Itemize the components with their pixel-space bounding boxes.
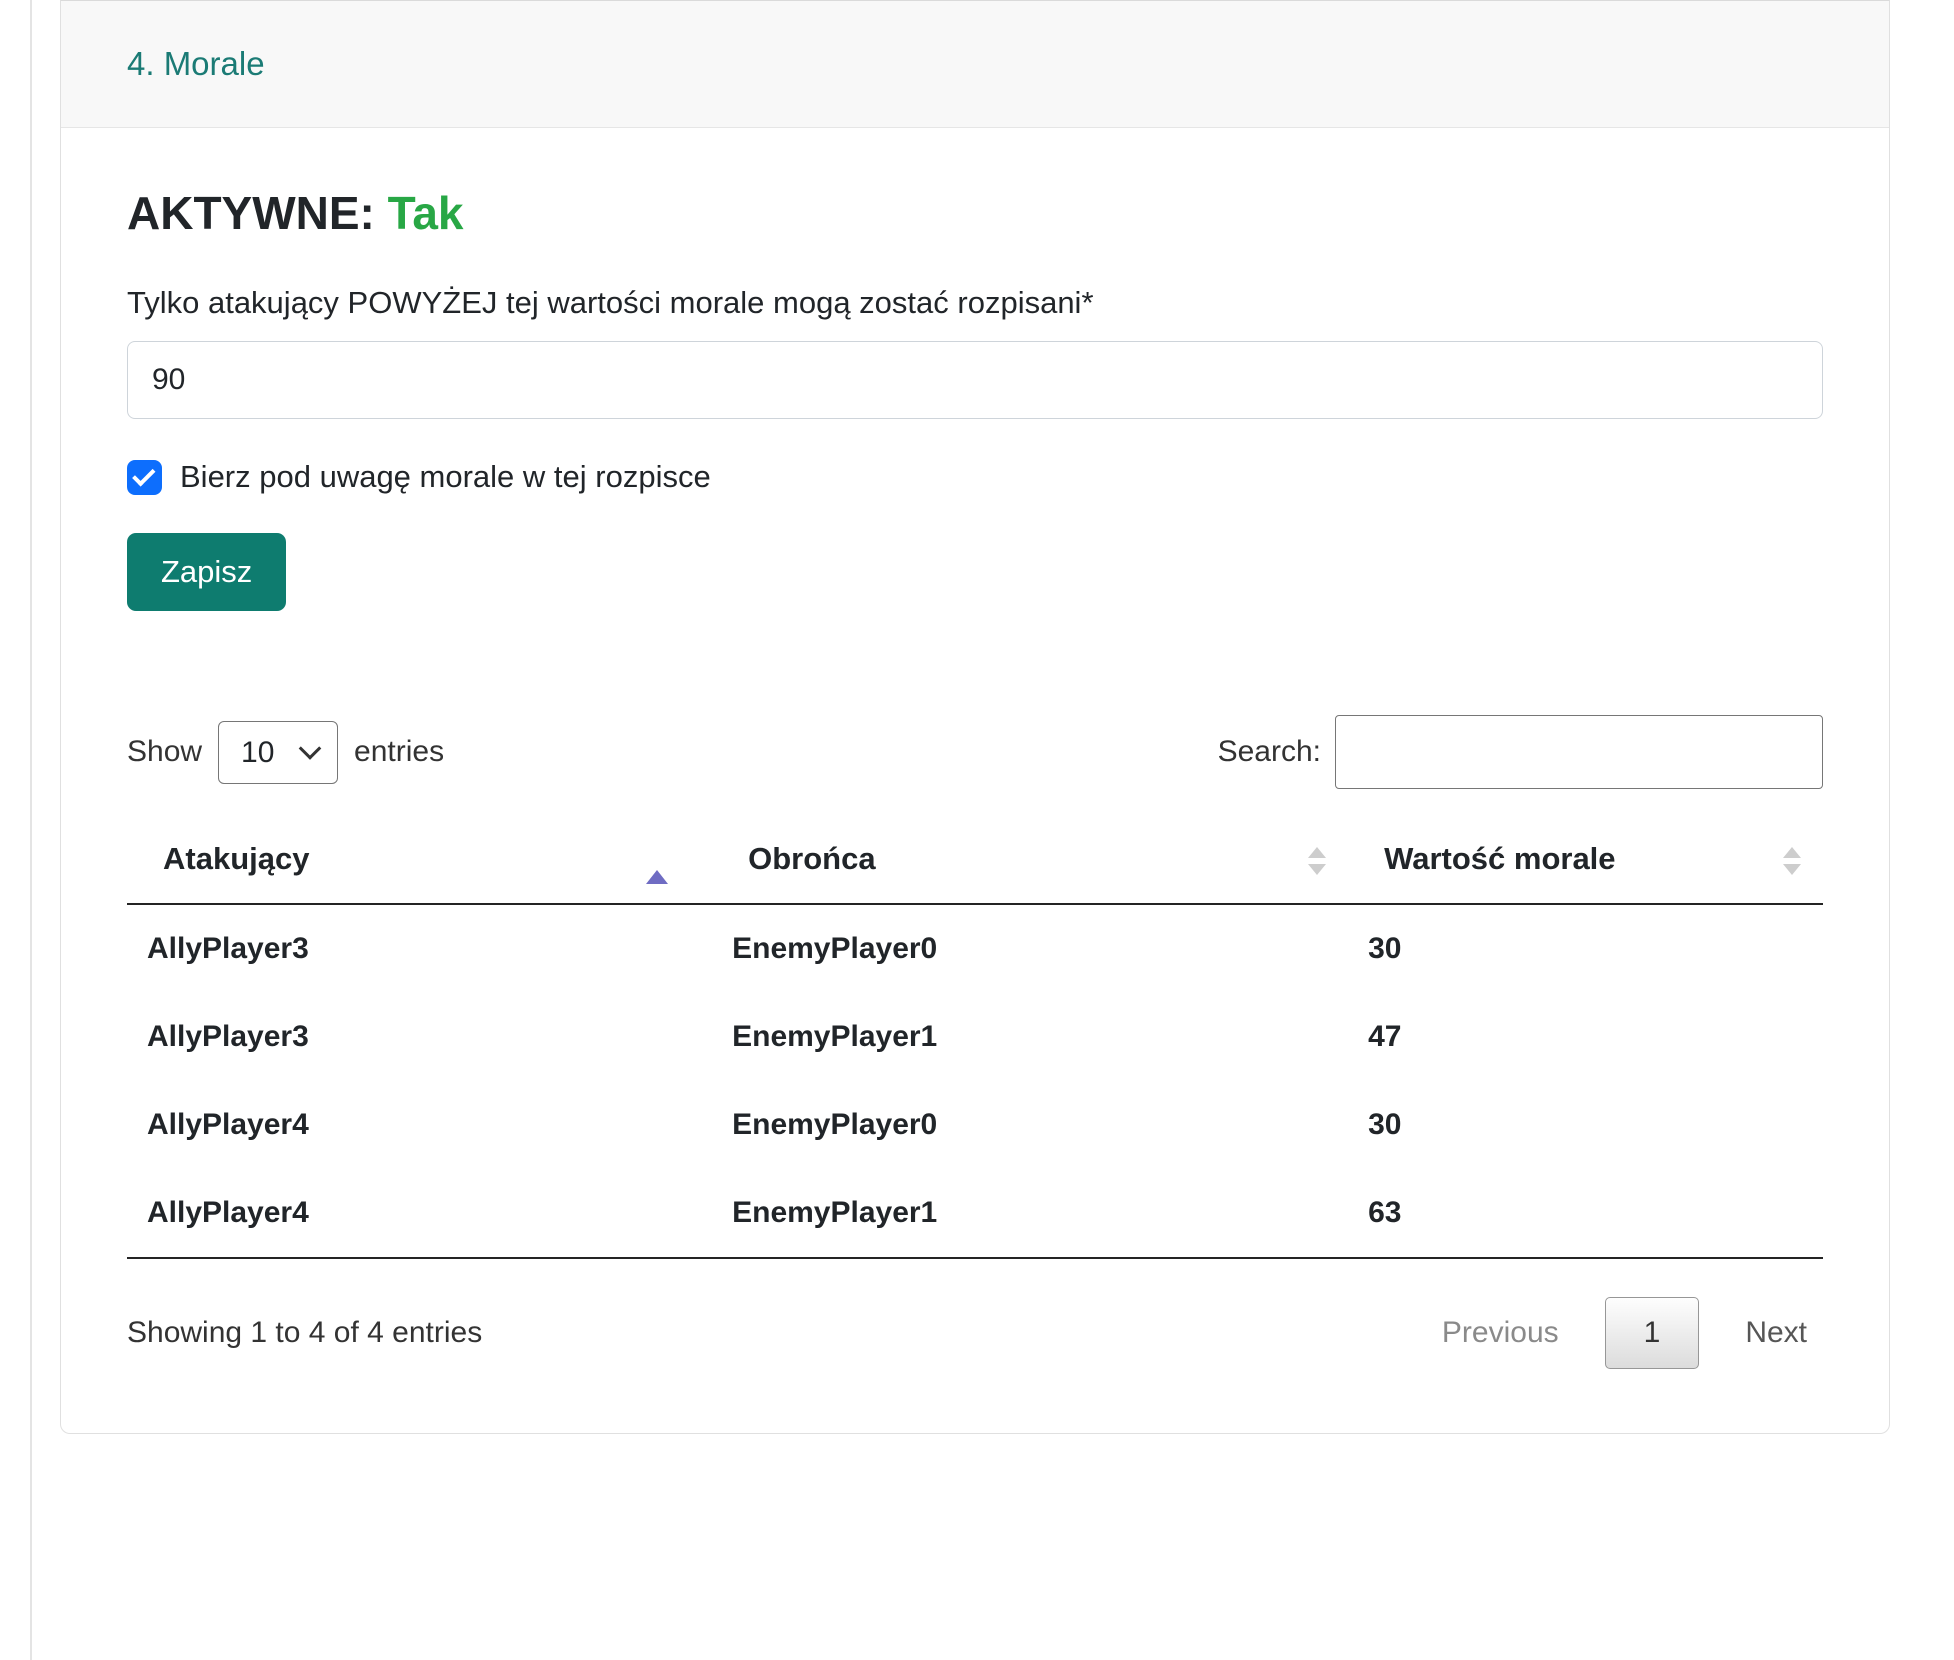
show-label: Show <box>127 735 202 769</box>
save-button[interactable]: Zapisz <box>127 533 286 611</box>
threshold-label: Tylko atakujący POWYŻEJ tej wartości mor… <box>127 285 1823 321</box>
pagination: Previous 1 Next <box>1426 1297 1823 1369</box>
morale-value-cell: 47 <box>1348 993 1823 1081</box>
attacker-cell: AllyPlayer4 <box>127 1081 712 1169</box>
page-length-control: Show 10 entries <box>127 721 444 784</box>
sort-icon <box>1783 847 1801 875</box>
table-controls: Show 10 entries Search: <box>127 715 1823 789</box>
column-header-attacker-label: Atakujący <box>163 841 309 876</box>
checked-checkbox-icon[interactable] <box>127 460 162 495</box>
active-status: AKTYWNE: Tak <box>127 186 1823 241</box>
attacker-cell: AllyPlayer3 <box>127 993 712 1081</box>
container-left-border <box>30 0 32 1660</box>
morale-section-card: 4. Morale AKTYWNE: Tak Tylko atakujący P… <box>60 0 1890 1434</box>
defender-cell: EnemyPlayer1 <box>712 1169 1348 1258</box>
morale-value-cell: 30 <box>1348 1081 1823 1169</box>
morale-table: Atakujący Obrońca Wartość morale <box>127 819 1823 1259</box>
sort-ascending-icon <box>646 835 668 871</box>
column-header-morale-value-label: Wartość morale <box>1384 841 1615 876</box>
table-row: AllyPlayer3 EnemyPlayer0 30 <box>127 904 1823 993</box>
attacker-cell: AllyPlayer3 <box>127 904 712 993</box>
page-length-select[interactable]: 10 <box>218 721 338 784</box>
column-header-morale-value[interactable]: Wartość morale <box>1348 819 1823 904</box>
page: 4. Morale AKTYWNE: Tak Tylko atakujący P… <box>0 0 1954 1660</box>
column-header-defender-label: Obrońca <box>748 841 875 876</box>
table-row: AllyPlayer4 EnemyPlayer1 63 <box>127 1169 1823 1258</box>
defender-cell: EnemyPlayer1 <box>712 993 1348 1081</box>
previous-page-button[interactable]: Previous <box>1426 1298 1575 1368</box>
next-page-button[interactable]: Next <box>1729 1298 1823 1368</box>
table-row: AllyPlayer4 EnemyPlayer0 30 <box>127 1081 1823 1169</box>
table-header-row: Atakujący Obrońca Wartość morale <box>127 819 1823 904</box>
active-status-label: AKTYWNE: <box>127 187 375 239</box>
sort-icon <box>1308 847 1326 875</box>
morale-checkbox-label: Bierz pod uwagę morale w tej rozpisce <box>180 459 711 495</box>
section-header: 4. Morale <box>61 1 1889 128</box>
defender-cell: EnemyPlayer0 <box>712 904 1348 993</box>
table-info: Showing 1 to 4 of 4 entries <box>127 1316 482 1350</box>
morale-checkbox-row[interactable]: Bierz pod uwagę morale w tej rozpisce <box>127 459 1823 495</box>
morale-value-cell: 63 <box>1348 1169 1823 1258</box>
search-control: Search: <box>1218 715 1823 789</box>
section-title-link[interactable]: 4. Morale <box>127 45 265 82</box>
table-row: AllyPlayer3 EnemyPlayer1 47 <box>127 993 1823 1081</box>
column-header-attacker[interactable]: Atakujący <box>127 819 712 904</box>
table-footer: Showing 1 to 4 of 4 entries Previous 1 N… <box>127 1297 1823 1369</box>
entries-label: entries <box>354 735 444 769</box>
morale-value-cell: 30 <box>1348 904 1823 993</box>
search-label: Search: <box>1218 735 1321 769</box>
section-body: AKTYWNE: Tak Tylko atakujący POWYŻEJ tej… <box>61 128 1889 1433</box>
column-header-defender[interactable]: Obrońca <box>712 819 1348 904</box>
defender-cell: EnemyPlayer0 <box>712 1081 1348 1169</box>
search-input[interactable] <box>1335 715 1823 789</box>
attacker-cell: AllyPlayer4 <box>127 1169 712 1258</box>
page-length-select-wrap: 10 <box>218 721 338 784</box>
active-status-value: Tak <box>388 187 464 239</box>
morale-threshold-input[interactable] <box>127 341 1823 419</box>
page-1-button[interactable]: 1 <box>1605 1297 1700 1369</box>
